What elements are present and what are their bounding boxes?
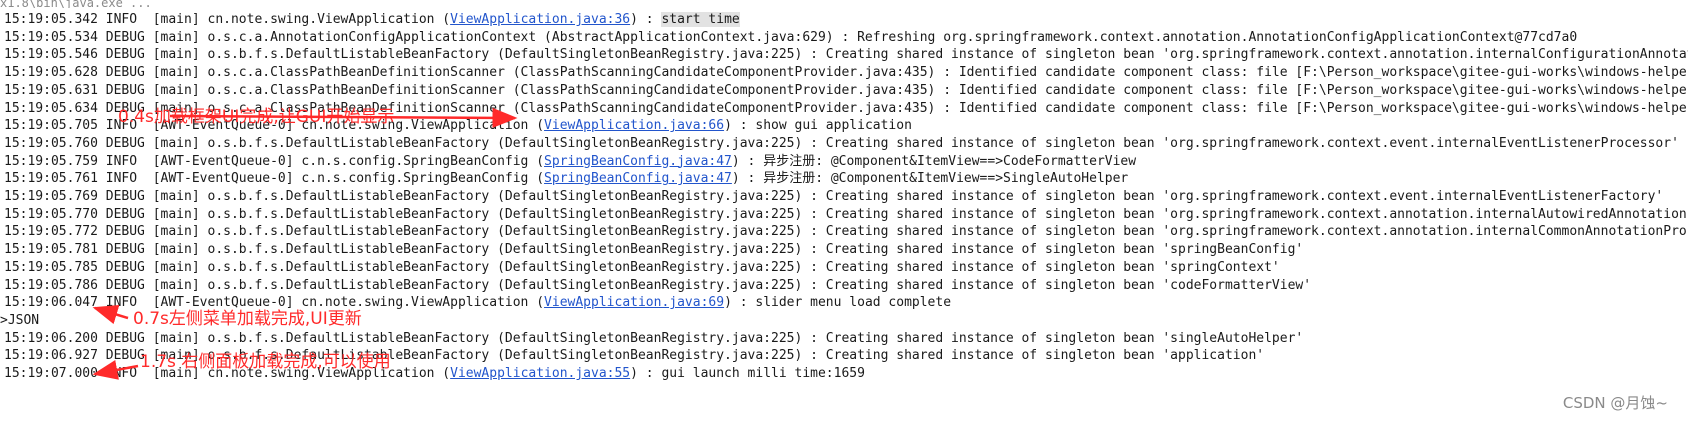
log-line: 15:19:05.785 DEBUG [main] o.s.b.f.s.Defa… [4, 259, 1688, 277]
log-line: 15:19:06.200 DEBUG [main] o.s.b.f.s.Defa… [4, 330, 1688, 348]
highlighted-text: start time [661, 12, 740, 27]
log-line: 15:19:05.760 DEBUG [main] o.s.b.f.s.Defa… [4, 135, 1688, 153]
log-line: 15:19:05.786 DEBUG [main] o.s.b.f.s.Defa… [4, 277, 1688, 295]
log-text: 15:19:05.628 DEBUG [main] o.s.c.a.ClassP… [4, 65, 1688, 81]
log-line: 15:19:05.546 DEBUG [main] o.s.b.f.s.Defa… [4, 46, 1688, 64]
console-output[interactable]: x1.8\bin\java.exe ... 15:19:05.342 INFO … [0, 0, 1688, 421]
log-text: ) : 异步注册: @Component&ItemView==>SingleAu… [731, 171, 1129, 187]
log-line: 15:19:05.769 DEBUG [main] o.s.b.f.s.Defa… [4, 188, 1688, 206]
log-text: ) : [630, 12, 662, 27]
log-line: 15:19:05.628 DEBUG [main] o.s.c.a.ClassP… [4, 64, 1688, 82]
log-line: 15:19:05.770 DEBUG [main] o.s.b.f.s.Defa… [4, 206, 1688, 224]
log-line: 15:19:05.761 INFO [AWT-EventQueue-0] c.n… [4, 170, 1688, 188]
log-text: 15:19:05.770 DEBUG [main] o.s.b.f.s.Defa… [4, 206, 1688, 222]
command-line: x1.8\bin\java.exe ... [0, 0, 152, 8]
source-link[interactable]: ViewApplication.java:69 [544, 295, 724, 310]
source-link[interactable]: SpringBeanConfig.java:47 [544, 171, 732, 186]
log-text: 15:19:05.781 DEBUG [main] o.s.b.f.s.Defa… [4, 242, 1304, 258]
log-text: 15:19:05.759 INFO [AWT-EventQueue-0] c.n… [4, 153, 545, 169]
log-text: ) : gui launch milli time:1659 [630, 366, 865, 381]
source-link[interactable]: ViewApplication.java:55 [450, 366, 630, 381]
log-text: 15:19:06.200 DEBUG [main] o.s.b.f.s.Defa… [4, 330, 1304, 346]
annotation-menu-loaded: 0.7s左侧菜单加载完成,UI更新 [133, 309, 362, 329]
source-link[interactable]: ViewApplication.java:66 [544, 118, 724, 133]
watermark: CSDN @月蚀~ [1562, 394, 1668, 412]
log-line: 15:19:05.342 INFO [main] cn.note.swing.V… [4, 11, 1688, 29]
source-link[interactable]: ViewApplication.java:36 [450, 12, 630, 27]
log-text: 15:19:05.342 INFO [main] cn.note.swing.V… [4, 12, 451, 27]
annotation-panel-loaded: 1.7s 右侧面板加载完成,可以使用 [140, 352, 391, 372]
log-text: ) : show gui application [724, 118, 912, 134]
log-line: 15:19:05.772 DEBUG [main] o.s.b.f.s.Defa… [4, 223, 1688, 241]
log-line: 15:19:05.534 DEBUG [main] o.s.c.a.Annota… [4, 29, 1688, 47]
annotation-gui-start: 0.4s加载框架UI完成,让GUI开始显示 [118, 107, 395, 127]
log-line: 15:19:05.759 INFO [AWT-EventQueue-0] c.n… [4, 153, 1688, 171]
log-text: 15:19:05.772 DEBUG [main] o.s.b.f.s.Defa… [4, 224, 1688, 240]
log-text: 15:19:05.534 DEBUG [main] o.s.c.a.Annota… [4, 29, 1578, 45]
log-text: 15:19:05.760 DEBUG [main] o.s.b.f.s.Defa… [4, 135, 1679, 151]
log-text: >JSON [0, 312, 40, 328]
log-text: 15:19:06.047 INFO [AWT-EventQueue-0] cn.… [4, 295, 545, 311]
log-line: 15:19:05.631 DEBUG [main] o.s.c.a.ClassP… [4, 82, 1688, 100]
log-text: 15:19:05.546 DEBUG [main] o.s.b.f.s.Defa… [4, 47, 1688, 63]
source-link[interactable]: SpringBeanConfig.java:47 [544, 154, 732, 169]
log-text: 15:19:05.785 DEBUG [main] o.s.b.f.s.Defa… [4, 259, 1280, 275]
log-text: 15:19:05.786 DEBUG [main] o.s.b.f.s.Defa… [4, 277, 1312, 293]
log-text: 15:19:05.769 DEBUG [main] o.s.b.f.s.Defa… [4, 189, 1664, 204]
log-text: 15:19:05.761 INFO [AWT-EventQueue-0] c.n… [4, 171, 545, 187]
log-text: 15:19:05.631 DEBUG [main] o.s.c.a.ClassP… [4, 82, 1688, 98]
log-text: ) : slider menu load complete [724, 295, 952, 311]
log-text: ) : 异步注册: @Component&ItemView==>CodeForm… [731, 153, 1137, 169]
log-line: 15:19:05.781 DEBUG [main] o.s.b.f.s.Defa… [4, 241, 1688, 259]
